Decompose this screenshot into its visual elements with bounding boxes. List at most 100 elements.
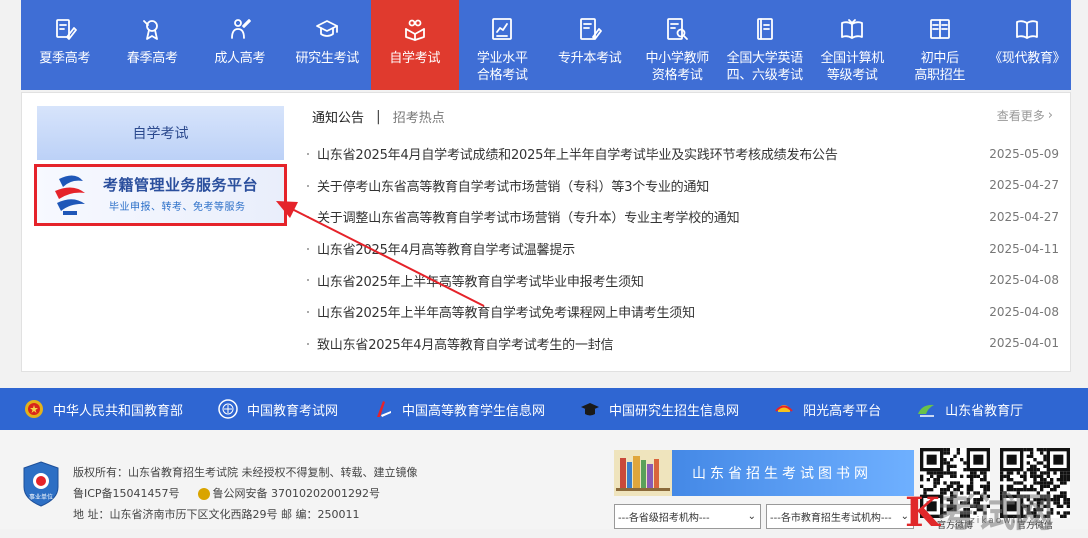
exam-logo-icon (55, 175, 85, 215)
nav-item-label: 全国计算机 等级考试 (820, 51, 884, 83)
nav-item-label: 春季高考 (126, 51, 178, 66)
nav-item-10[interactable]: 初中后 高职招生 (896, 0, 984, 90)
bullet-dot (307, 153, 309, 155)
library-banner[interactable]: 山东省招生考试图书网 (614, 450, 914, 496)
province-agency-select[interactable]: ---各省级招考机构--- ⌄ (614, 504, 761, 529)
nav-item-0[interactable]: 夏季高考 (21, 0, 109, 90)
registry-platform-banner[interactable]: 考籍管理业务服务平台 毕业申报、转考、免考等服务 (34, 164, 287, 226)
exam-seal-icon (217, 398, 239, 420)
friend-link-label: 中华人民共和国教育部 (53, 403, 184, 419)
sidebar-title[interactable]: 自学考试 (37, 106, 284, 160)
weibo-qr-code (920, 448, 990, 518)
nav-item-1[interactable]: 春季高考 (109, 0, 197, 90)
notice-title: 致山东省2025年4月高等教育自学考试考生的一封信 (317, 337, 614, 353)
city-select-value: ---各市教育招生考试机构--- (770, 513, 892, 524)
book-icon (752, 16, 778, 42)
address-text: 地 址：山东省济南市历下区文化西路29号 邮 编：250011 (73, 508, 360, 521)
notice-date: 2025-04-08 (989, 304, 1059, 319)
award-icon (139, 16, 165, 42)
tab-notices[interactable]: 通知公告 (312, 107, 364, 126)
self-study-icon (402, 16, 428, 42)
friend-link-5[interactable]: 山东省教育厅 (915, 398, 1023, 420)
notice-title: 山东省2025年上半年高等教育自学考试免考课程网上申请考生须知 (317, 306, 695, 322)
notice-item[interactable]: 山东省2025年上半年高等教育自学考试毕业申报考生须知 2025-04-08 (307, 264, 1059, 296)
nav-item-label: 全国大学英语 四、六级考试 (726, 51, 804, 83)
nav-item-8[interactable]: 全国大学英语 四、六级考试 (721, 0, 809, 90)
friend-link-3[interactable]: 中国研究生招生信息网 (579, 398, 739, 420)
friend-link-1[interactable]: 中国教育考试网 (217, 398, 338, 420)
friend-link-2[interactable]: 中国高等教育学生信息网 (372, 398, 545, 420)
bullet-dot (307, 279, 309, 282)
notice-date: 2025-04-11 (989, 241, 1059, 256)
nav-item-label: 自学考试 (389, 51, 441, 66)
nav-item-2[interactable]: 成人高考 (196, 0, 284, 90)
wechat-qr-code (1000, 448, 1070, 518)
nav-item-3[interactable]: 研究生考试 (284, 0, 372, 90)
nav-item-11[interactable]: 《现代教育》 (984, 0, 1072, 90)
notice-item[interactable]: 关于调整山东省高等教育自学考试市场营销（专升本）专业主考学校的通知 2025-04… (307, 201, 1059, 233)
view-more-link[interactable]: 查看更多 › (997, 107, 1053, 124)
notice-title: 山东省2025年4月自学考试成绩和2025年上半年自学考试毕业及实践环节考核成绩… (317, 148, 838, 164)
province-select-value: ---各省级招考机构--- (618, 513, 710, 524)
nav-item-label: 中小学教师 资格考试 (645, 51, 709, 83)
nav-item-label: 研究生考试 (295, 51, 359, 66)
friend-links-bar: 中华人民共和国教育部 中国教育考试网 中国高等教育学生信息网 中国研究生招生信息网 阳光… (0, 388, 1088, 430)
nav-item-9[interactable]: 全国计算机 等级考试 (809, 0, 897, 90)
nav-item-label: 《现代教育》 (989, 51, 1066, 66)
notice-item[interactable]: 山东省2025年4月高等教育自学考试温馨提示 2025-04-11 (307, 233, 1059, 265)
footer-info: 版权所有：山东省教育招生考试院 未经授权不得复制、转载、建立镜像 鲁ICP备15… (73, 462, 418, 525)
bullet-dot (307, 247, 309, 250)
police-record-link[interactable]: 鲁公网安备 37010202001292号 (213, 483, 380, 504)
sunshine-icon (773, 398, 795, 420)
nav-item-6[interactable]: 专升本考试 (546, 0, 634, 90)
friend-link-4[interactable]: 阳光高考平台 (773, 398, 881, 420)
notice-item[interactable]: 山东省2025年上半年高等教育自学考试免考课程网上申请考生须知 2025-04-0… (307, 296, 1059, 328)
nav-item-label: 专升本考试 (557, 51, 622, 66)
notice-item[interactable]: 山东省2025年4月自学考试成绩和2025年上半年自学考试毕业及实践环节考核成绩… (307, 138, 1059, 170)
bookshelf-icon (614, 450, 672, 496)
bullet-dot (307, 184, 309, 187)
qr-code-icon (1000, 448, 1070, 518)
icp-link[interactable]: 鲁ICP备15041457号 (73, 483, 180, 504)
edu-dept-icon (915, 398, 937, 420)
library-title: 山东省招生考试图书网 (692, 466, 872, 482)
friend-link-label: 中国研究生招生信息网 (609, 403, 740, 419)
badge-text: 事业单位 (29, 493, 53, 501)
chevron-right-icon: › (1047, 108, 1053, 123)
nav-item-label: 夏季高考 (39, 51, 91, 66)
notice-title: 山东省2025年上半年高等教育自学考试毕业申报考生须知 (317, 274, 644, 290)
notice-title: 山东省2025年4月高等教育自学考试温馨提示 (317, 243, 575, 259)
friend-link-label: 中国教育考试网 (247, 403, 339, 419)
person-pen-icon (227, 16, 253, 42)
chevron-down-icon: ⌄ (900, 511, 909, 522)
magazine-icon (1014, 16, 1040, 42)
bullet-dot (307, 216, 309, 219)
notice-date: 2025-04-27 (989, 209, 1059, 224)
main-nav: 夏季高考 春季高考 成人高考 研究生考试 自学考试 学业水平 合格考试 专升本考试 中小学教师… (21, 0, 1071, 90)
notice-item[interactable]: 关于停考山东省高等教育自学考试市场营销（专科）等3个专业的通知 2025-04-2… (307, 170, 1059, 202)
friend-link-label: 中国高等教育学生信息网 (402, 403, 546, 419)
view-more-label: 查看更多 (996, 109, 1045, 123)
nav-item-4[interactable]: 自学考试 (371, 0, 459, 90)
city-agency-select[interactable]: ---各市教育招生考试机构--- ⌄ (766, 504, 914, 529)
chevron-down-icon: ⌄ (747, 511, 756, 522)
chart-doc-icon (489, 16, 515, 42)
notice-date: 2025-04-27 (989, 178, 1059, 193)
notice-item[interactable]: 致山东省2025年4月高等教育自学考试考生的一封信 2025-04-01 (307, 328, 1059, 360)
tab-hot-topics[interactable]: 招考热点 (393, 107, 445, 126)
notice-date: 2025-04-01 (989, 336, 1059, 351)
edit-doc-icon (577, 16, 603, 42)
nav-item-5[interactable]: 学业水平 合格考试 (459, 0, 547, 90)
watermark-url: zikaowin (970, 516, 1025, 526)
notice-title: 关于调整山东省高等教育自学考试市场营销（专升本）专业主考学校的通知 (317, 211, 740, 227)
friend-link-label: 山东省教育厅 (945, 403, 1024, 419)
notice-list: 山东省2025年4月自学考试成绩和2025年上半年自学考试毕业及实践环节考核成绩… (307, 138, 1059, 359)
bullet-dot (307, 310, 309, 313)
friend-link-0[interactable]: 中华人民共和国教育部 (23, 398, 183, 420)
nav-item-7[interactable]: 中小学教师 资格考试 (634, 0, 722, 90)
graduation-cap-icon (314, 16, 340, 42)
chsi-logo-icon (372, 398, 394, 420)
search-doc-icon (664, 16, 690, 42)
copyright-text: 版权所有：山东省教育招生考试院 未经授权不得复制、转载、建立镜像 (73, 466, 418, 479)
bullet-dot (307, 342, 309, 345)
